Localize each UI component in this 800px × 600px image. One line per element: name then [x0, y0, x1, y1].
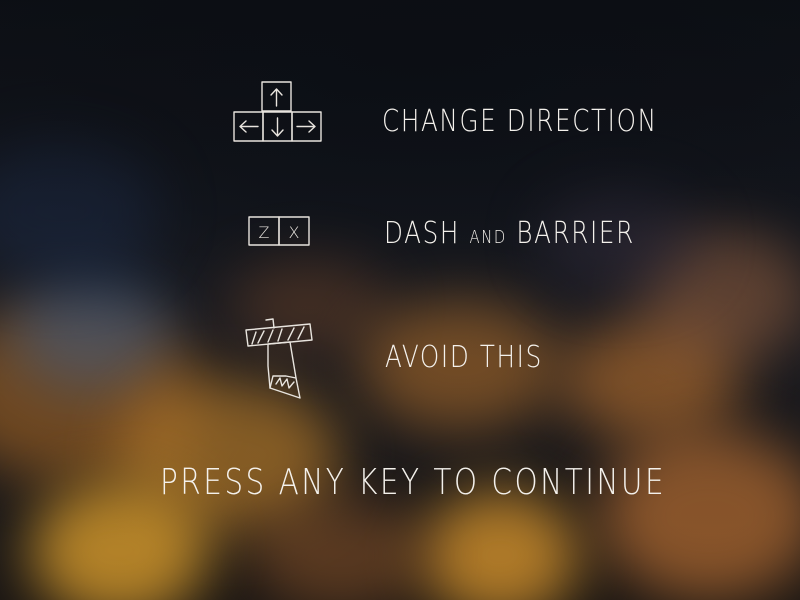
taped-hazard-icon [240, 316, 320, 408]
key-z-label: Z [259, 223, 270, 242]
zx-keys-icon: Z X [247, 214, 313, 248]
key-x-label: X [289, 223, 300, 242]
instruction-label-change-direction: CHANGE DIRECTION [382, 104, 658, 139]
press-any-key-prompt[interactable]: PRESS ANY KEY TO CONTINUE [160, 462, 666, 503]
arrow-keys-icon [232, 80, 324, 144]
blurred-city-background [0, 0, 800, 600]
instruction-label-dash-and-barrier: DASH AND BARRIER [384, 216, 635, 251]
instruction-label-avoid-this: AVOID THIS [385, 340, 543, 375]
